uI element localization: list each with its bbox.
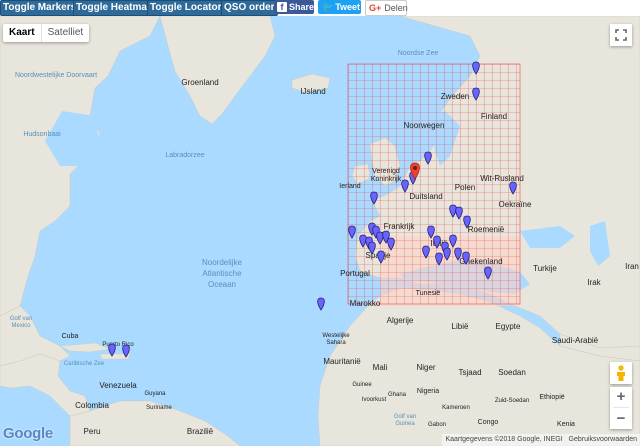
label-zweden: Zweden [441, 92, 469, 101]
label-congo: Congo [478, 419, 499, 426]
label-finland: Finland [481, 112, 507, 121]
label-golf-mexico-1: Golf van [10, 316, 32, 322]
zoom-control: + − [610, 387, 632, 429]
label-wit-rusland: Wit-Rusland [480, 174, 524, 183]
map-footer: Kaartgegevens ©2018 Google, INEGI Gebrui… [442, 434, 640, 446]
label-oekraine: Oekraïne [499, 200, 532, 209]
label-sahara: Sahara [326, 340, 346, 346]
label-duitsland: Duitsland [409, 192, 442, 201]
label-guinee: Guinee [352, 382, 372, 388]
facebook-share-button[interactable]: f Share [274, 0, 314, 14]
twitter-icon: 🐦 [322, 2, 334, 12]
zoom-out-button[interactable]: − [610, 408, 632, 429]
label-marokko: Marokko [350, 299, 381, 308]
label-tunesie: Tunesië [416, 290, 441, 297]
locator-grid [347, 63, 521, 305]
map-type-control: Kaart Satelliet [3, 24, 90, 42]
label-portugal: Portugal [340, 269, 370, 278]
label-noordwestelijke-1: Noordwestelijke Doorvaart [15, 72, 97, 79]
label-ghana: Ghana [388, 392, 407, 398]
label-noordse-zee: Noordse Zee [398, 50, 439, 57]
toggle-locators-button[interactable]: Toggle Locators [147, 0, 231, 16]
label-ijsland: IJsland [300, 87, 325, 96]
label-labradorzee: Labradorzee [165, 152, 204, 159]
label-golf-mexico-2: Mexico [11, 323, 31, 329]
label-westelijke: Westelijke [322, 333, 350, 339]
google-plus-icon: G+ [369, 3, 382, 13]
qso-order-button[interactable]: QSO order [221, 0, 278, 16]
toggle-markers-button[interactable]: Toggle Markers [0, 0, 80, 16]
label-hudsonbaai: Hudsonbaai [23, 131, 61, 138]
label-roemenie: Roemenië [468, 225, 505, 234]
label-noorwegen: Noorwegen [404, 121, 445, 130]
label-gabon: Gabon [428, 422, 446, 428]
label-egypte: Egypte [496, 322, 521, 331]
label-irak: Irak [587, 278, 601, 287]
street-view-button[interactable] [610, 362, 632, 384]
label-kameroen: Kameroen [442, 405, 470, 411]
label-turkije: Turkije [533, 264, 557, 273]
google-plus-share-button[interactable]: G+ Delen [365, 0, 408, 16]
attribution-text: Kaartgegevens ©2018 Google, INEGI [445, 436, 563, 443]
label-brazilie: Brazilië [187, 427, 214, 436]
label-verenigd: Verenigd [372, 168, 400, 175]
label-algerije: Algerije [387, 316, 414, 325]
toolbar: Toggle Markers Toggle Heatmap Toggle Loc… [0, 0, 640, 16]
map-canvas: Groenland IJsland Noordwestelijke Doorva… [0, 16, 640, 446]
label-koninkrijk: Koninkrijk [371, 176, 402, 183]
label-atlantische-1: Noordelijke [202, 258, 243, 267]
label-colombia: Colombia [75, 401, 109, 410]
label-suriname: Suriname [146, 405, 172, 411]
label-golf-guinea-1: Golf van [394, 414, 416, 420]
label-tsjaad: Tsjaad [458, 368, 481, 377]
map[interactable]: Groenland IJsland Noordwestelijke Doorva… [0, 16, 640, 446]
terms-link[interactable]: Gebruiksvoorwaarden [569, 436, 637, 443]
facebook-icon: f [277, 2, 287, 12]
label-venezuela: Venezuela [99, 381, 137, 390]
label-soedan: Soedan [498, 368, 526, 377]
fullscreen-button[interactable] [610, 24, 632, 46]
zoom-in-button[interactable]: + [610, 387, 632, 407]
map-type-kaart[interactable]: Kaart [3, 24, 41, 42]
label-atlantische-3: Oceaan [208, 280, 236, 289]
label-polen: Polen [455, 183, 475, 192]
share-label: Share [289, 2, 315, 12]
tweet-button[interactable]: 🐦 Tweet [318, 0, 361, 14]
label-nigeria: Nigeria [417, 388, 439, 395]
qso-marker[interactable] [317, 297, 325, 311]
label-iran: Iran [625, 262, 639, 271]
label-golf-guinea-2: Guinea [395, 421, 415, 427]
label-libie: Libië [452, 322, 469, 331]
pegman-icon [617, 365, 625, 381]
label-guyana: Guyana [144, 391, 166, 397]
label-saudi-arabie: Saudi-Arabië [552, 336, 599, 345]
map-type-satelliet[interactable]: Satelliet [40, 24, 90, 42]
label-caribische-zee: Caribische Zee [64, 361, 105, 367]
fullscreen-icon [615, 29, 627, 41]
label-mali: Mali [373, 363, 388, 372]
label-frankrijk: Frankrijk [384, 222, 416, 231]
label-ivoorkust: Ivoorkust [362, 397, 387, 403]
delen-label: Delen [384, 3, 408, 13]
label-groenland: Groenland [181, 78, 218, 87]
label-kenia: Kenia [557, 421, 575, 428]
label-zuid-soedan: Zuid-Soedan [495, 398, 529, 404]
label-ierland: Ierland [339, 183, 361, 190]
label-atlantische-2: Atlantische [202, 269, 242, 278]
home-marker-dot [413, 166, 417, 170]
label-ethiopie: Ethiopië [539, 394, 564, 401]
label-niger: Niger [416, 363, 435, 372]
label-peru: Peru [84, 427, 101, 436]
google-logo[interactable]: Google [3, 426, 53, 442]
tweet-label: Tweet [335, 2, 361, 12]
label-cuba: Cuba [62, 333, 79, 340]
label-mauritanie: Mauritanië [323, 357, 361, 366]
toggle-heatmap-button[interactable]: Toggle Heatmap [73, 0, 157, 16]
